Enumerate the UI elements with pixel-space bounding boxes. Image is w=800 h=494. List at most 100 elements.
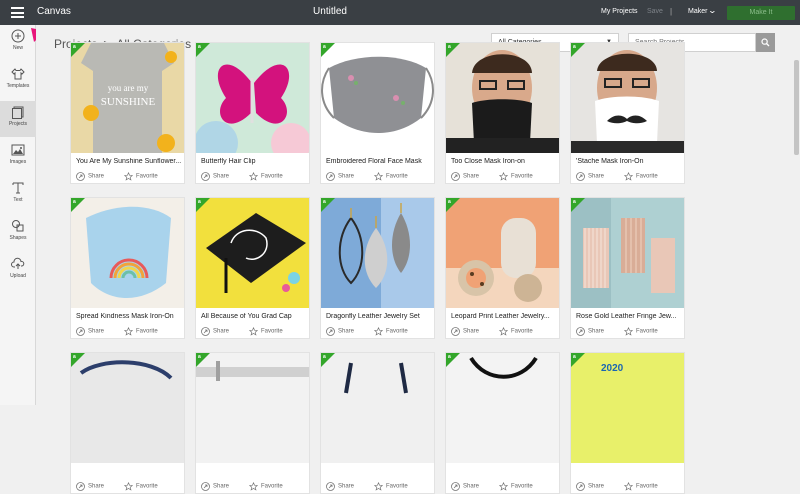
project-title[interactable]: All Because of You Grad Cap <box>201 313 307 320</box>
favorite-button[interactable]: Favorite <box>499 482 533 491</box>
favorite-button[interactable]: Favorite <box>124 482 158 491</box>
make-it-button[interactable]: Make It <box>727 6 795 20</box>
cricut-access-icon: a <box>448 44 451 50</box>
share-button[interactable]: Share <box>201 327 229 336</box>
share-button[interactable]: Share <box>76 327 104 336</box>
share-icon <box>326 327 335 336</box>
favorite-button[interactable]: Favorite <box>249 327 283 336</box>
project-card[interactable]: a Rose Gold Leather Fringe Jew... Share Fav… <box>570 197 685 339</box>
project-thumbnail[interactable]: you are my SUNSHINE <box>71 43 184 153</box>
cricut-access-icon: a <box>198 44 201 50</box>
machine-selector[interactable]: Maker <box>688 8 707 15</box>
project-card[interactable]: a Share Favorite <box>445 352 560 494</box>
project-thumbnail[interactable] <box>196 353 309 463</box>
favorite-button[interactable]: Favorite <box>624 482 658 491</box>
project-card[interactable]: a Leopard Print Leather Jewelry... Share Fa… <box>445 197 560 339</box>
project-card[interactable]: you are my SUNSHINE a You Are My Sunshine S… <box>70 42 185 184</box>
favorite-button[interactable]: Favorite <box>624 327 658 336</box>
favorite-button[interactable]: Favorite <box>374 327 408 336</box>
project-card[interactable]: a Share Favorite <box>320 352 435 494</box>
share-button[interactable]: Share <box>451 327 479 336</box>
project-title[interactable]: Rose Gold Leather Fringe Jew... <box>576 313 682 320</box>
chevron-down-icon[interactable]: ⌄ <box>708 6 717 15</box>
favorite-button[interactable]: Favorite <box>249 482 283 491</box>
share-button[interactable]: Share <box>326 327 354 336</box>
share-button[interactable]: Share <box>201 482 229 491</box>
share-button[interactable]: Share <box>576 327 604 336</box>
project-card[interactable]: a Spread Kindness Mask Iron-On Share Favori… <box>70 197 185 339</box>
project-thumbnail[interactable] <box>571 198 684 308</box>
favorite-button[interactable]: Favorite <box>124 327 158 336</box>
project-card[interactable]: a Share Favorite <box>195 352 310 494</box>
share-label: Share <box>213 328 230 335</box>
scrollbar[interactable] <box>794 60 799 155</box>
project-card[interactable]: a Embroidered Floral Face Mask Share Favori… <box>320 42 435 184</box>
share-button[interactable]: Share <box>576 482 604 491</box>
project-thumbnail[interactable] <box>446 43 559 153</box>
sidebar-item-text[interactable]: Text <box>0 177 36 213</box>
cricut-access-icon: a <box>198 199 201 205</box>
project-card[interactable]: a 'Stache Mask Iron-On Share Favorite <box>570 42 685 184</box>
project-title[interactable]: Leopard Print Leather Jewelry... <box>451 313 557 320</box>
share-button[interactable]: Share <box>451 482 479 491</box>
favorite-button[interactable]: Favorite <box>499 172 533 181</box>
project-thumbnail[interactable] <box>321 198 434 308</box>
project-card[interactable]: a All Because of You Grad Cap Share Favorit… <box>195 197 310 339</box>
star-icon <box>624 172 633 181</box>
project-thumbnail[interactable] <box>446 353 559 463</box>
project-thumbnail[interactable] <box>71 353 184 463</box>
project-title[interactable]: Dragonfly Leather Jewelry Set <box>326 313 432 320</box>
favorite-button[interactable]: Favorite <box>624 172 658 181</box>
share-icon <box>201 482 210 491</box>
favorite-button[interactable]: Favorite <box>374 172 408 181</box>
document-title[interactable]: Untitled <box>0 6 660 17</box>
share-button[interactable]: Share <box>76 172 104 181</box>
project-card[interactable]: a Butterfly Hair Clip Share Favorite <box>195 42 310 184</box>
my-projects-link[interactable]: My Projects <box>601 8 638 15</box>
share-button[interactable]: Share <box>201 172 229 181</box>
project-title[interactable]: Butterfly Hair Clip <box>201 158 307 165</box>
share-button[interactable]: Share <box>326 482 354 491</box>
project-thumbnail[interactable] <box>446 198 559 308</box>
favorite-label: Favorite <box>511 328 533 335</box>
cricut-access-icon: a <box>198 354 201 360</box>
project-card[interactable]: 2020 a Share Favorite <box>570 352 685 494</box>
favorite-label: Favorite <box>636 328 658 335</box>
star-icon <box>499 327 508 336</box>
cricut-access-icon: a <box>323 44 326 50</box>
project-thumbnail[interactable] <box>571 43 684 153</box>
project-title[interactable]: Embroidered Floral Face Mask <box>326 158 432 165</box>
share-label: Share <box>463 483 480 490</box>
favorite-button[interactable]: Favorite <box>499 327 533 336</box>
sidebar-item-templates[interactable]: Templates <box>0 63 36 99</box>
sidebar-item-shapes[interactable]: Shapes <box>0 215 36 251</box>
project-thumbnail[interactable] <box>196 198 309 308</box>
project-title[interactable]: Spread Kindness Mask Iron-On <box>76 313 182 320</box>
project-thumbnail[interactable] <box>196 43 309 153</box>
share-button[interactable]: Share <box>76 482 104 491</box>
project-title[interactable]: 'Stache Mask Iron-On <box>576 158 682 165</box>
favorite-label: Favorite <box>261 483 283 490</box>
star-icon <box>374 327 383 336</box>
favorite-button[interactable]: Favorite <box>124 172 158 181</box>
share-label: Share <box>88 483 105 490</box>
share-button[interactable]: Share <box>326 172 354 181</box>
share-button[interactable]: Share <box>576 172 604 181</box>
sidebar-item-projects[interactable]: Projects <box>0 101 36 137</box>
project-card[interactable]: a Too Close Mask Iron-on Share Favorite <box>445 42 560 184</box>
project-card[interactable]: a Share Favorite <box>70 352 185 494</box>
project-thumbnail[interactable]: 2020 <box>571 353 684 463</box>
project-thumbnail[interactable] <box>321 43 434 153</box>
sidebar-item-upload[interactable]: Upload <box>0 253 36 289</box>
search-button[interactable] <box>756 33 775 52</box>
project-title[interactable]: Too Close Mask Iron-on <box>451 158 557 165</box>
project-card[interactable]: a Dragonfly Leather Jewelry Set Share Favor… <box>320 197 435 339</box>
share-button[interactable]: Share <box>451 172 479 181</box>
favorite-button[interactable]: Favorite <box>374 482 408 491</box>
project-thumbnail[interactable] <box>321 353 434 463</box>
save-link[interactable]: Save <box>647 8 663 15</box>
project-title[interactable]: You Are My Sunshine Sunflower... <box>76 158 182 165</box>
sidebar-item-images[interactable]: Images <box>0 139 36 175</box>
favorite-button[interactable]: Favorite <box>249 172 283 181</box>
project-thumbnail[interactable] <box>71 198 184 308</box>
